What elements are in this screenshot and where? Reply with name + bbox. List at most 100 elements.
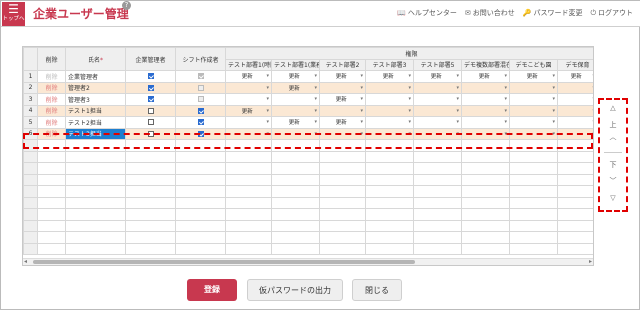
permission-select[interactable]: ▾	[365, 104, 414, 117]
move-down-label[interactable]: 下	[600, 160, 626, 170]
permission-select[interactable]: ▾	[556, 127, 593, 140]
permission-select[interactable]: ▾	[556, 104, 593, 117]
empty-cell	[461, 196, 510, 209]
permission-select[interactable]: 更新 ▾	[413, 70, 462, 83]
permission-select[interactable]: ▾	[461, 116, 510, 129]
checkbox[interactable]	[197, 119, 204, 126]
nav-item-0[interactable]: 📖 ヘルプセンター	[397, 8, 457, 18]
permission-select[interactable]: ▾	[461, 93, 510, 106]
chevron-down-icon: ▾	[266, 130, 269, 137]
permission-select[interactable]: ▾	[365, 93, 414, 106]
permission-select[interactable]: ▾	[461, 81, 510, 94]
permission-select[interactable]: 更新 ▾	[461, 70, 510, 83]
permission-select[interactable]: ▾	[225, 81, 272, 94]
permission-select[interactable]: ▾	[509, 127, 558, 140]
delete-link[interactable]: 削除	[37, 116, 66, 129]
table-row[interactable]: 5削除テスト2担当 ▾ 更新 ▾ 更新 ▾ ▾ ▾ ▾ ▾ ▾	[23, 116, 593, 129]
checkbox[interactable]	[147, 130, 154, 137]
permission-select[interactable]: 更新 ▾	[319, 70, 366, 83]
name-cell[interactable]: テスト1担当	[65, 104, 126, 117]
permission-select[interactable]: ▾	[556, 81, 593, 94]
permission-select[interactable]: ▾	[365, 127, 414, 140]
permission-select[interactable]: ▾	[509, 104, 558, 117]
permission-select[interactable]: ▾	[413, 127, 462, 140]
checkbox[interactable]	[147, 107, 154, 114]
permission-select[interactable]: ▾	[556, 116, 593, 129]
name-cell[interactable]: 管理者3	[65, 93, 126, 106]
permission-select[interactable]: ▾	[319, 104, 366, 117]
help-icon[interactable]: ?	[122, 1, 131, 10]
temp-password-button[interactable]: 仮パスワードの出力	[247, 279, 343, 301]
empty-cell	[556, 139, 593, 152]
permission-select[interactable]: ▾	[365, 116, 414, 129]
delete-link[interactable]: 削除	[37, 81, 66, 94]
permission-value: 更新	[430, 74, 442, 81]
nav-item-3[interactable]: ⏻ ログアウト	[590, 8, 633, 18]
permission-select[interactable]: ▾	[271, 127, 320, 140]
home-button[interactable]: ☰ トップへ	[2, 2, 25, 26]
nav-item-2[interactable]: 🔑 パスワード変更	[523, 8, 583, 18]
permission-select[interactable]: ▾	[509, 81, 558, 94]
name-cell[interactable]: テスト3担当	[65, 127, 126, 140]
permission-select[interactable]: ▾	[556, 93, 593, 106]
table-row[interactable]: 3削除管理者3 ▾ ▾ 更新 ▾ ▾ ▾ ▾ ▾ ▾	[23, 93, 593, 106]
permission-select[interactable]: 更新 ▾	[225, 70, 272, 83]
table-row[interactable]: 2削除管理者2 ▾ 更新 ▾ ▾ ▾ ▾ ▾ ▾ ▾	[23, 81, 593, 94]
horizontal-scrollbar[interactable]: ◂ ▸	[23, 258, 593, 265]
permission-select[interactable]: 更新 ▾	[365, 70, 414, 83]
permission-select[interactable]: ▾	[509, 116, 558, 129]
checkbox[interactable]	[147, 96, 154, 103]
move-bottom-icon[interactable]: ▽	[600, 194, 626, 202]
chevron-up-icon[interactable]: ︿	[600, 132, 626, 142]
permission-select[interactable]: 更新 ▾	[271, 81, 320, 94]
permission-select[interactable]: ▾	[225, 127, 272, 140]
permission-select[interactable]: ▾	[271, 104, 320, 117]
table-row[interactable]: 6削除テスト3担当 ▾ ▾ ▾ ▾ ▾ ▾ ▾ ▾	[23, 127, 593, 140]
nav-item-1[interactable]: ✉ お問い合わせ	[465, 8, 515, 18]
permission-select[interactable]: 更新 ▾	[319, 93, 366, 106]
permission-select[interactable]: ▾	[225, 93, 272, 106]
checkbox[interactable]	[197, 107, 204, 114]
delete-link[interactable]: 削除	[37, 127, 66, 140]
permission-select[interactable]: ▾	[319, 81, 366, 94]
table-row[interactable]: 1削除企業管理者 更新 ▾ 更新 ▾ 更新 ▾ 更新 ▾ 更新 ▾ 更新 ▾ 更新 ▾ 更新 ▾	[23, 70, 593, 83]
table-row[interactable]: 4削除テスト1担当 更新 ▾ ▾ ▾ ▾ ▾ ▾ ▾ ▾	[23, 104, 593, 117]
permission-value: 更新	[288, 74, 300, 81]
permission-select[interactable]: ▾	[413, 93, 462, 106]
checkbox[interactable]	[197, 130, 204, 137]
permission-select[interactable]: ▾	[225, 116, 272, 129]
permission-select[interactable]: ▾	[461, 127, 510, 140]
permission-select[interactable]: ▾	[413, 116, 462, 129]
permission-select[interactable]: 更新 ▾	[319, 116, 366, 129]
permission-select[interactable]: ▾	[509, 93, 558, 106]
permission-select[interactable]: 更新 ▾	[271, 116, 320, 129]
close-button[interactable]: 閉じる	[352, 279, 402, 301]
delete-link[interactable]: 削除	[37, 93, 66, 106]
name-cell[interactable]: 管理者2	[65, 81, 126, 94]
scrollbar-thumb[interactable]	[33, 260, 415, 264]
permission-select[interactable]: 更新 ▾	[509, 70, 558, 83]
permission-select[interactable]: 更新 ▾	[271, 70, 320, 83]
chevron-down-icon[interactable]: ﹀	[600, 176, 626, 186]
checkbox[interactable]	[147, 73, 154, 80]
checkbox[interactable]	[147, 119, 154, 126]
delete-link[interactable]: 削除	[37, 104, 66, 117]
dropdown: ▾	[416, 96, 459, 102]
permission-select[interactable]: ▾	[413, 81, 462, 94]
permission-select[interactable]: ▾	[413, 104, 462, 117]
move-up-label[interactable]: 上	[600, 120, 626, 130]
name-cell[interactable]: 企業管理者	[65, 70, 126, 83]
scroll-right-icon[interactable]: ▸	[589, 258, 592, 265]
permission-select[interactable]: 更新 ▾	[225, 104, 272, 117]
permission-select[interactable]: ▾	[319, 127, 366, 140]
permission-select[interactable]: ▾	[365, 81, 414, 94]
register-button[interactable]: 登録	[187, 279, 237, 301]
permission-select[interactable]: 更新 ▾	[556, 70, 593, 83]
move-top-icon[interactable]: △	[600, 104, 626, 112]
permission-select[interactable]: ▾	[461, 104, 510, 117]
scroll-left-icon[interactable]: ◂	[24, 258, 27, 265]
empty-cell	[271, 219, 320, 232]
name-cell[interactable]: テスト2担当	[65, 116, 126, 129]
checkbox[interactable]	[147, 84, 154, 91]
permission-select[interactable]: ▾	[271, 93, 320, 106]
